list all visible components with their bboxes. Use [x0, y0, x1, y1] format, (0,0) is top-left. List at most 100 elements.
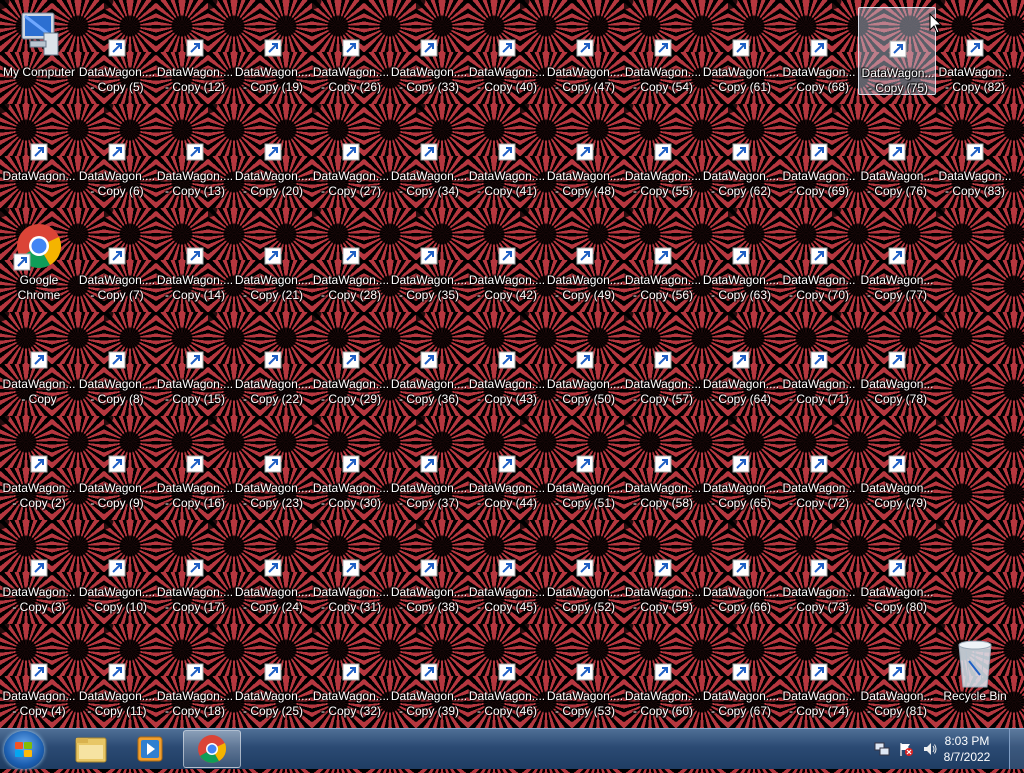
desktop-icon-label: DataWagon.... - Copy (54)	[624, 65, 702, 94]
datawagon-shortcut[interactable]: DataWagon... - Copy (83)	[936, 111, 1014, 199]
datawagon-shortcut[interactable]: DataWagon.... - Copy (42)	[468, 215, 546, 303]
datawagon-shortcut[interactable]: DataWagon.... - Copy (27)	[312, 111, 390, 199]
datawagon-shortcut[interactable]: DataWagon... - Copy (81)	[858, 631, 936, 719]
datawagon-shortcut[interactable]: DataWagon.... - Copy (61)	[702, 7, 780, 95]
datawagon-shortcut[interactable]: DataWagon.... - Copy (66)	[702, 527, 780, 615]
datawagon-shortcut[interactable]: DataWagon.... - Copy (8)	[78, 319, 156, 407]
datawagon-shortcut[interactable]: DataWagon.... - Copy (56)	[624, 215, 702, 303]
datawagon-shortcut[interactable]: DataWagon... - Copy (72)	[780, 423, 858, 511]
datawagon-shortcut[interactable]: DataWagon.... - Copy (62)	[702, 111, 780, 199]
datawagon-shortcut[interactable]: DataWagon... - Copy (80)	[858, 527, 936, 615]
datawagon-shortcut[interactable]: DataWagon... - Copy (82)	[936, 7, 1014, 95]
datawagon-shortcut[interactable]: DataWagon.... - Copy (52)	[546, 527, 624, 615]
datawagon-shortcut[interactable]: DataWagon.... - Copy (6)	[78, 111, 156, 199]
datawagon-shortcut[interactable]: DataWagon... - Copy (73)	[780, 527, 858, 615]
taskbar-chrome-button[interactable]	[183, 730, 241, 768]
datawagon-shortcut[interactable]: DataWagon.... - Copy (5)	[78, 7, 156, 95]
datawagon-shortcut[interactable]: DataWagon.... - Copy (64)	[702, 319, 780, 407]
datawagon-shortcut[interactable]: DataWagon.... - Copy (36)	[390, 319, 468, 407]
datawagon-shortcut[interactable]: DataWagon.... - Copy (46)	[468, 631, 546, 719]
datawagon-shortcut[interactable]: DataWagon.... - Copy (49)	[546, 215, 624, 303]
datawagon-shortcut[interactable]: DataWagon.... - Copy (22)	[234, 319, 312, 407]
datawagon-shortcut[interactable]: DataWagon.... - Copy (53)	[546, 631, 624, 719]
datawagon-shortcut[interactable]: DataWagon... - Copy (3)	[0, 527, 78, 615]
datawagon-shortcut[interactable]: DataWagon... - Copy (71)	[780, 319, 858, 407]
desktop[interactable]: My Computer DataWagon... Google Chrome DataW…	[0, 0, 1024, 728]
datawagon-shortcut[interactable]: DataWagon... - Copy	[0, 319, 78, 407]
datawagon-shortcut[interactable]: DataWagon.... - Copy (25)	[234, 631, 312, 719]
taskbar-clock[interactable]: 8:03 PM 8/7/2022	[932, 733, 1002, 765]
datawagon-file-icon	[498, 39, 516, 57]
datawagon-shortcut[interactable]: DataWagon.... - Copy (54)	[624, 7, 702, 95]
datawagon-shortcut[interactable]: DataWagon... - Copy (2)	[0, 423, 78, 511]
datawagon-shortcut[interactable]: DataWagon.... - Copy (26)	[312, 7, 390, 95]
datawagon-shortcut[interactable]: DataWagon.... - Copy (63)	[702, 215, 780, 303]
desktop-icon-label: DataWagon.... - Copy (5)	[78, 65, 156, 94]
show-desktop-button[interactable]	[1009, 729, 1024, 769]
datawagon-shortcut[interactable]: DataWagon.... - Copy (65)	[702, 423, 780, 511]
desktop-icon-label: DataWagon.... - Copy (39)	[390, 689, 468, 718]
datawagon-shortcut[interactable]: DataWagon.... - Copy (45)	[468, 527, 546, 615]
datawagon-shortcut[interactable]: DataWagon.... - Copy (40)	[468, 7, 546, 95]
datawagon-shortcut[interactable]: DataWagon.... - Copy (67)	[702, 631, 780, 719]
datawagon-shortcut[interactable]: DataWagon.... - Copy (20)	[234, 111, 312, 199]
taskbar-media-player-button[interactable]	[122, 730, 180, 768]
datawagon-shortcut[interactable]: DataWagon.... - Copy (19)	[234, 7, 312, 95]
datawagon-shortcut[interactable]: DataWagon.... - Copy (31)	[312, 527, 390, 615]
network-icon[interactable]	[874, 741, 890, 757]
recycle-bin-item[interactable]: Recycle Bin	[936, 631, 1014, 719]
datawagon-shortcut[interactable]: DataWagon.... - Copy (7)	[78, 215, 156, 303]
my-computer-icon-item[interactable]: My Computer	[0, 7, 78, 95]
datawagon-shortcut[interactable]: DataWagon.... - Copy (24)	[234, 527, 312, 615]
datawagon-shortcut[interactable]: DataWagon.... - Copy (41)	[468, 111, 546, 199]
datawagon-shortcut[interactable]: DataWagon.... - Copy (12)	[156, 7, 234, 95]
datawagon-shortcut[interactable]: DataWagon.... - Copy (21)	[234, 215, 312, 303]
datawagon-shortcut[interactable]: DataWagon... - Copy (77)	[858, 215, 936, 303]
datawagon-shortcut[interactable]: DataWagon.... - Copy (34)	[390, 111, 468, 199]
datawagon-shortcut[interactable]: DataWagon... - Copy (74)	[780, 631, 858, 719]
datawagon-shortcut[interactable]: DataWagon.... - Copy (59)	[624, 527, 702, 615]
datawagon-shortcut[interactable]: DataWagon.... - Copy (37)	[390, 423, 468, 511]
start-button[interactable]	[4, 731, 44, 769]
datawagon-shortcut[interactable]: DataWagon.... - Copy (17)	[156, 527, 234, 615]
datawagon-shortcut[interactable]: DataWagon.... - Copy (28)	[312, 215, 390, 303]
datawagon-shortcut[interactable]: DataWagon.... - Copy (33)	[390, 7, 468, 95]
datawagon-shortcut[interactable]: DataWagon.... - Copy (32)	[312, 631, 390, 719]
datawagon-shortcut[interactable]: DataWagon.... - Copy (29)	[312, 319, 390, 407]
datawagon-shortcut[interactable]: DataWagon.... - Copy (15)	[156, 319, 234, 407]
datawagon-shortcut[interactable]: DataWagon.... - Copy (48)	[546, 111, 624, 199]
datawagon-shortcut[interactable]: DataWagon.... - Copy (18)	[156, 631, 234, 719]
datawagon-shortcut[interactable]: DataWagon.... - Copy (13)	[156, 111, 234, 199]
datawagon-shortcut[interactable]: DataWagon.... - Copy (51)	[546, 423, 624, 511]
datawagon-shortcut[interactable]: DataWagon.... - Copy (57)	[624, 319, 702, 407]
datawagon-shortcut[interactable]: DataWagon... - Copy (75)	[858, 7, 936, 95]
datawagon-shortcut[interactable]: DataWagon.... - Copy (23)	[234, 423, 312, 511]
datawagon-shortcut[interactable]: DataWagon...	[0, 111, 78, 199]
datawagon-shortcut[interactable]: DataWagon.... - Copy (38)	[390, 527, 468, 615]
taskbar-explorer-button[interactable]	[62, 730, 120, 768]
datawagon-shortcut[interactable]: DataWagon.... - Copy (55)	[624, 111, 702, 199]
google-chrome-shortcut[interactable]: Google Chrome	[0, 215, 78, 303]
datawagon-shortcut[interactable]: DataWagon... - Copy (70)	[780, 215, 858, 303]
datawagon-shortcut[interactable]: DataWagon.... - Copy (58)	[624, 423, 702, 511]
datawagon-shortcut[interactable]: DataWagon.... - Copy (16)	[156, 423, 234, 511]
datawagon-shortcut[interactable]: DataWagon.... - Copy (39)	[390, 631, 468, 719]
datawagon-shortcut[interactable]: DataWagon.... - Copy (35)	[390, 215, 468, 303]
datawagon-shortcut[interactable]: DataWagon.... - Copy (60)	[624, 631, 702, 719]
datawagon-shortcut[interactable]: DataWagon... - Copy (76)	[858, 111, 936, 199]
datawagon-shortcut[interactable]: DataWagon.... - Copy (14)	[156, 215, 234, 303]
datawagon-shortcut[interactable]: DataWagon... - Copy (68)	[780, 7, 858, 95]
datawagon-shortcut[interactable]: DataWagon.... - Copy (43)	[468, 319, 546, 407]
datawagon-shortcut[interactable]: DataWagon... - Copy (69)	[780, 111, 858, 199]
datawagon-shortcut[interactable]: DataWagon.... - Copy (30)	[312, 423, 390, 511]
datawagon-shortcut[interactable]: DataWagon.... - Copy (11)	[78, 631, 156, 719]
datawagon-shortcut[interactable]: DataWagon.... - Copy (44)	[468, 423, 546, 511]
action-center-flag-icon[interactable]	[898, 741, 914, 757]
datawagon-shortcut[interactable]: DataWagon.... - Copy (9)	[78, 423, 156, 511]
datawagon-shortcut[interactable]: DataWagon... - Copy (79)	[858, 423, 936, 511]
datawagon-shortcut[interactable]: DataWagon.... - Copy (50)	[546, 319, 624, 407]
datawagon-shortcut[interactable]: DataWagon.... - Copy (47)	[546, 7, 624, 95]
datawagon-shortcut[interactable]: DataWagon... - Copy (4)	[0, 631, 78, 719]
datawagon-shortcut[interactable]: DataWagon... - Copy (78)	[858, 319, 936, 407]
datawagon-shortcut[interactable]: DataWagon.... - Copy (10)	[78, 527, 156, 615]
